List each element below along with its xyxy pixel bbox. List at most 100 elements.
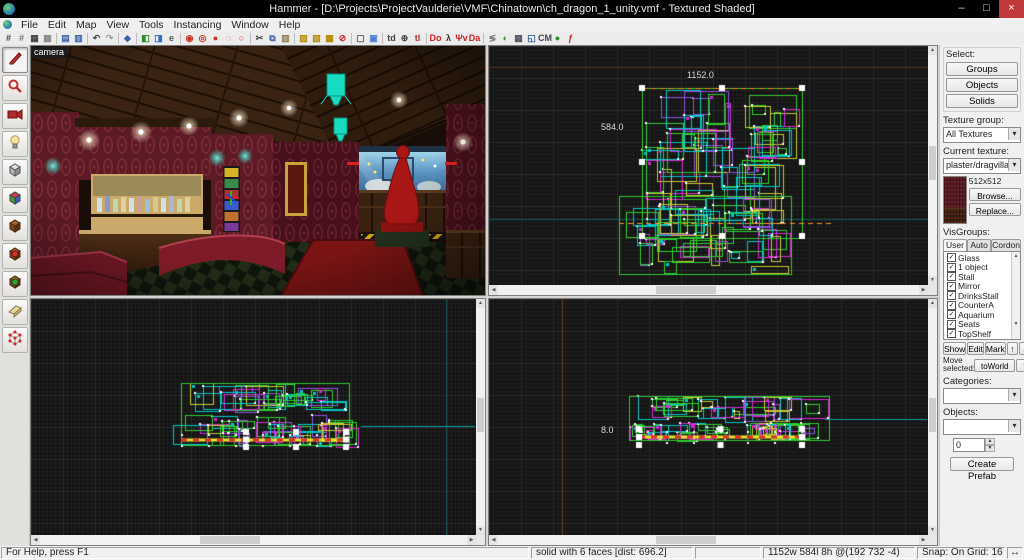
visgroup-checkbox[interactable] bbox=[947, 320, 956, 329]
load-window-state-icon[interactable]: ▤ bbox=[59, 32, 72, 45]
visgroup-checkbox[interactable] bbox=[947, 272, 956, 281]
entity-tool-button[interactable] bbox=[2, 131, 28, 157]
visgroup-move-up-button[interactable]: ↑ bbox=[1007, 342, 1018, 355]
scrollbar-thumb[interactable] bbox=[929, 398, 936, 432]
menu-window[interactable]: Window bbox=[226, 19, 273, 31]
objects-dropdown[interactable] bbox=[943, 419, 1021, 435]
visgroup-tab-auto[interactable]: Auto bbox=[967, 239, 991, 251]
undo-icon[interactable]: ↶ bbox=[90, 32, 103, 45]
create-prefab-button[interactable]: Create Prefab bbox=[950, 457, 1014, 471]
toggle-world-visgroup-icon[interactable]: Ψv bbox=[455, 32, 468, 45]
toggle-models-icon[interactable]: λ bbox=[442, 32, 455, 45]
toggle-cordon-state-icon[interactable]: ⊘ bbox=[336, 32, 349, 45]
vertex-manipulation-tool-button[interactable] bbox=[2, 327, 28, 353]
vertical-scrollbar[interactable] bbox=[928, 299, 937, 535]
menu-instancing[interactable]: Instancing bbox=[169, 19, 227, 31]
displacement-mask-icon[interactable]: ◐ bbox=[499, 32, 512, 45]
browse-button[interactable]: Browse... bbox=[969, 188, 1021, 201]
larger-grid-icon[interactable]: # bbox=[15, 32, 28, 45]
menu-tools[interactable]: Tools bbox=[134, 19, 169, 31]
horizontal-scrollbar[interactable] bbox=[489, 535, 928, 545]
visgroup-checkbox[interactable] bbox=[947, 253, 956, 262]
scrollbar-thumb[interactable] bbox=[929, 146, 936, 180]
select-objects-button[interactable]: Objects bbox=[946, 78, 1018, 92]
menu-help[interactable]: Help bbox=[274, 19, 306, 31]
close-button[interactable]: × bbox=[999, 0, 1024, 18]
spinner-value[interactable]: 0 bbox=[953, 438, 985, 452]
visgroup-mark-button[interactable]: Mark bbox=[985, 342, 1006, 355]
menu-edit[interactable]: Edit bbox=[43, 19, 71, 31]
toggle-detail-objects-icon[interactable]: Do bbox=[429, 32, 442, 45]
edit-cordon-bounds-icon[interactable]: ▢ bbox=[354, 32, 367, 45]
collapse-instance-icon[interactable]: ◨ bbox=[152, 32, 165, 45]
visgroup-tab-cordon[interactable]: Cordon bbox=[991, 239, 1021, 251]
viewport-2d-side[interactable]: 8.0 bbox=[488, 298, 938, 546]
scroll-down-icon[interactable] bbox=[928, 526, 937, 535]
viewport-2d-front[interactable] bbox=[30, 298, 486, 546]
paste-icon[interactable]: ▥ bbox=[279, 32, 292, 45]
angle-spinner[interactable]: 0 bbox=[953, 438, 995, 452]
texture-application-tool-button[interactable] bbox=[2, 187, 28, 213]
texture-grid-icon[interactable]: ▦ bbox=[512, 32, 525, 45]
visgroup-checkbox[interactable] bbox=[947, 291, 956, 300]
scroll-up-icon[interactable] bbox=[476, 299, 485, 308]
minimize-button[interactable]: – bbox=[949, 0, 974, 18]
carve-icon[interactable]: ◉ bbox=[183, 32, 196, 45]
viewport-3d-camera[interactable]: camera bbox=[30, 45, 486, 296]
group-icon[interactable]: ● bbox=[209, 32, 222, 45]
scroll-right-icon[interactable] bbox=[919, 285, 928, 295]
toggle-texture-lock-icon[interactable]: tl bbox=[411, 32, 424, 45]
maximize-button[interactable]: □ bbox=[974, 0, 999, 18]
toggle-select-through-icon[interactable]: td bbox=[385, 32, 398, 45]
replace-button[interactable]: Replace... bbox=[969, 203, 1021, 216]
visgroup-show-button[interactable]: Show bbox=[943, 342, 966, 355]
smaller-grid-icon[interactable]: # bbox=[2, 32, 15, 45]
object-properties-icon[interactable]: ◆ bbox=[121, 32, 134, 45]
scroll-left-icon[interactable] bbox=[489, 285, 498, 295]
toggle-cm-icon[interactable]: CM bbox=[538, 32, 551, 45]
spinner-up-icon[interactable] bbox=[985, 438, 995, 445]
hide-selected-icon[interactable]: ▨ bbox=[297, 32, 310, 45]
copy-icon[interactable]: ⧉ bbox=[266, 32, 279, 45]
visgroup-move-down-button[interactable]: ↓ bbox=[1019, 342, 1024, 355]
visgroup-checkbox[interactable] bbox=[947, 329, 956, 338]
menu-map[interactable]: Map bbox=[71, 19, 101, 31]
apply-decals-tool-button[interactable] bbox=[2, 243, 28, 269]
vertical-scrollbar[interactable] bbox=[928, 46, 937, 285]
current-texture-dropdown[interactable]: plaster/dragvilla bbox=[943, 158, 1021, 174]
scroll-right-icon[interactable] bbox=[919, 535, 928, 545]
horizontal-scrollbar[interactable] bbox=[31, 535, 476, 545]
front-view-canvas[interactable] bbox=[31, 299, 476, 535]
scrollbar-thumb[interactable] bbox=[477, 398, 484, 432]
resize-grip-icon[interactable]: ↔ bbox=[1007, 547, 1023, 559]
top-view-canvas[interactable] bbox=[489, 46, 928, 285]
cut-icon[interactable]: ✂ bbox=[253, 32, 266, 45]
magnify-tool-button[interactable] bbox=[2, 75, 28, 101]
make-hollow-icon[interactable]: ◎ bbox=[196, 32, 209, 45]
clipping-tool-button[interactable] bbox=[2, 299, 28, 325]
categories-dropdown[interactable] bbox=[943, 388, 1021, 404]
scroll-up-icon[interactable] bbox=[928, 299, 937, 308]
show-hidden-icon[interactable]: ▩ bbox=[323, 32, 336, 45]
texture-group-dropdown[interactable]: All Textures bbox=[943, 127, 1021, 143]
visgroup-scrollbar[interactable]: ▲▼ bbox=[1011, 252, 1020, 339]
camera-tool-button[interactable] bbox=[2, 103, 28, 129]
toggle-3d-grid-icon[interactable]: ▦ bbox=[41, 32, 54, 45]
hide-unselected-icon[interactable]: ▧ bbox=[310, 32, 323, 45]
to-world-button[interactable]: toWorld bbox=[974, 359, 1015, 372]
visgroup-tab-user[interactable]: User bbox=[943, 239, 967, 251]
scrollbar-thumb[interactable] bbox=[200, 536, 260, 544]
select-solids-button[interactable]: Solids bbox=[946, 94, 1018, 108]
toggle-2d-grid-icon[interactable]: ▦ bbox=[28, 32, 41, 45]
viewport-2d-top[interactable]: 1152.0 584.0 bbox=[488, 45, 938, 296]
selection-tool-button[interactable] bbox=[2, 47, 28, 73]
overlay-corner-icon[interactable]: ◱ bbox=[525, 32, 538, 45]
edit-instance-icon[interactable]: e bbox=[165, 32, 178, 45]
menu-file[interactable]: File bbox=[16, 19, 43, 31]
menu-view[interactable]: View bbox=[101, 19, 134, 31]
visgroup-checkbox[interactable] bbox=[947, 301, 956, 310]
smoothing-groups-icon[interactable]: ≶ bbox=[486, 32, 499, 45]
scroll-down-icon[interactable] bbox=[928, 276, 937, 285]
move-selected-mode-icon[interactable]: ⊕ bbox=[398, 32, 411, 45]
visgroup-checkbox[interactable] bbox=[947, 282, 956, 291]
